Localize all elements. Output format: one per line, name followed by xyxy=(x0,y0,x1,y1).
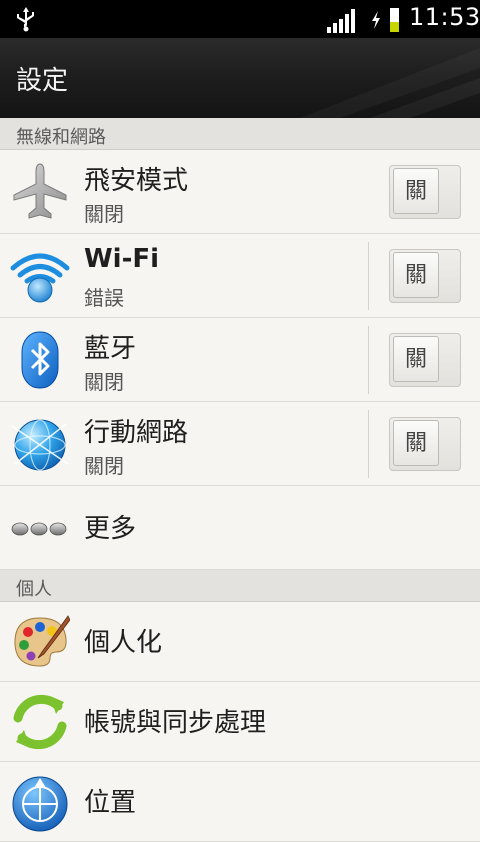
item-title: 更多 xyxy=(84,514,137,544)
item-title: 飛安模式 xyxy=(84,166,189,196)
section-label: 個人 xyxy=(16,579,52,600)
more-icon xyxy=(11,522,67,536)
settings-item-bluetooth[interactable]: 藍牙 關閉 關 xyxy=(0,318,480,402)
item-title: 藍牙 xyxy=(84,334,137,364)
section-label: 無線和網路 xyxy=(16,127,106,148)
toggle-label: 關 xyxy=(393,252,439,298)
item-subtitle: 關閉 xyxy=(84,370,124,394)
bluetooth-icon xyxy=(21,331,59,389)
item-title: Wi-Fi xyxy=(84,244,160,274)
settings-item-accounts-sync[interactable]: 帳號與同步處理 xyxy=(0,682,480,762)
section-header-wireless: 無線和網路 xyxy=(0,118,480,150)
toggle-label: 關 xyxy=(393,168,439,214)
item-subtitle: 關閉 xyxy=(84,202,124,226)
divider xyxy=(368,242,369,310)
settings-item-location[interactable]: 位置 xyxy=(0,762,480,842)
title-bar: 設定 xyxy=(0,38,480,118)
settings-item-more[interactable]: 更多 xyxy=(0,486,480,570)
item-title: 帳號與同步處理 xyxy=(84,708,267,738)
divider xyxy=(368,410,369,478)
signal-icon xyxy=(327,9,355,33)
mobile-network-icon xyxy=(11,419,69,471)
item-subtitle: 錯誤 xyxy=(84,286,124,310)
section-header-personal: 個人 xyxy=(0,570,480,602)
palette-icon xyxy=(14,615,70,667)
divider xyxy=(368,326,369,394)
mobile-network-toggle[interactable]: 關 xyxy=(389,417,461,471)
item-title: 位置 xyxy=(84,788,137,818)
page-title: 設定 xyxy=(16,66,69,96)
settings-item-wifi[interactable]: Wi-Fi 錯誤 關 xyxy=(0,234,480,318)
status-bar: 11:53 xyxy=(0,0,480,38)
bluetooth-toggle[interactable]: 關 xyxy=(389,333,461,387)
wifi-toggle[interactable]: 關 xyxy=(389,249,461,303)
title-bar-texture xyxy=(300,48,480,118)
location-globe-icon xyxy=(12,776,68,832)
wifi-icon xyxy=(10,253,70,303)
airplane-mode-toggle[interactable]: 關 xyxy=(389,165,461,219)
sync-icon xyxy=(13,694,67,750)
charging-icon xyxy=(372,11,380,29)
battery-icon xyxy=(390,8,399,32)
toggle-label: 關 xyxy=(393,336,439,382)
toggle-label: 關 xyxy=(393,420,439,466)
settings-item-mobile-network[interactable]: 行動網路 關閉 關 xyxy=(0,402,480,486)
item-title: 行動網路 xyxy=(84,418,189,448)
airplane-icon xyxy=(13,163,67,219)
item-subtitle: 關閉 xyxy=(84,454,124,478)
usb-icon xyxy=(17,7,34,32)
settings-item-airplane-mode[interactable]: 飛安模式 關閉 關 xyxy=(0,150,480,234)
clock: 11:53 xyxy=(409,3,480,31)
settings-item-personalize[interactable]: 個人化 xyxy=(0,602,480,682)
item-title: 個人化 xyxy=(84,628,163,658)
